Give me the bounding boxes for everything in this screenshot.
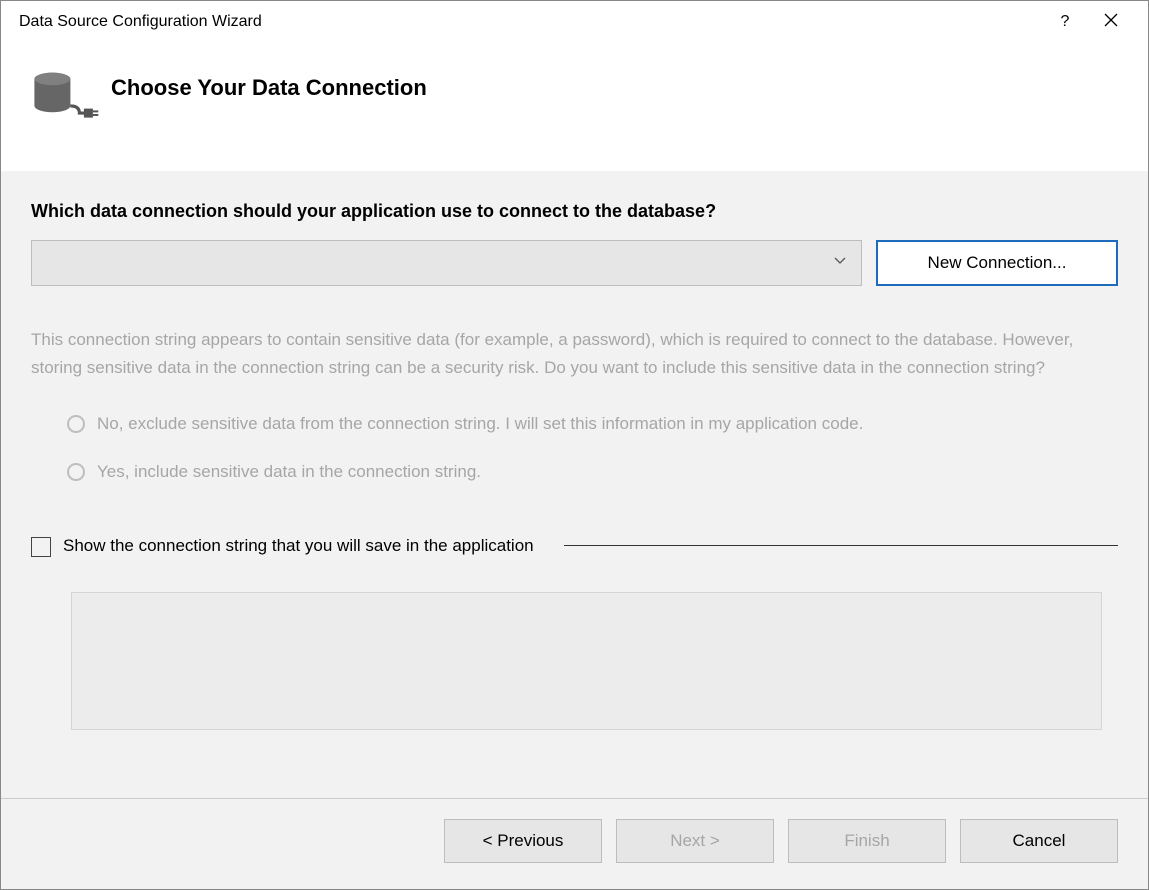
radio-icon [67,463,85,481]
radio-exclude-sensitive: No, exclude sensitive data from the conn… [67,412,1118,436]
radio-icon [67,415,85,433]
finish-button[interactable]: Finish [788,819,946,863]
connection-dropdown[interactable] [31,240,862,286]
connection-row: New Connection... [31,240,1118,286]
sensitive-data-explanation: This connection string appears to contai… [31,326,1118,382]
expander-label: Show the connection string that you will… [63,536,534,556]
page-title: Choose Your Data Connection [111,75,427,101]
divider [564,545,1118,546]
wizard-header: Choose Your Data Connection [1,43,1148,171]
question-label: Which data connection should your applic… [31,201,1118,222]
previous-button[interactable]: < Previous [444,819,602,863]
new-connection-button[interactable]: New Connection... [876,240,1118,286]
connection-string-textbox [71,592,1102,730]
radio-exclude-label: No, exclude sensitive data from the conn… [97,412,863,436]
close-button[interactable] [1088,7,1134,37]
radio-include-sensitive: Yes, include sensitive data in the conne… [67,460,1118,484]
cancel-button[interactable]: Cancel [960,819,1118,863]
close-icon [1104,13,1118,32]
help-button[interactable]: ? [1042,7,1088,37]
content-panel: Which data connection should your applic… [1,171,1148,798]
show-connection-string-expander[interactable]: Show the connection string that you will… [31,536,1118,556]
expander-checkbox-icon [31,537,51,557]
database-icon [29,69,111,127]
next-button[interactable]: Next > [616,819,774,863]
wizard-footer: < Previous Next > Finish Cancel [1,798,1148,889]
window-title: Data Source Configuration Wizard [19,13,262,31]
titlebar: Data Source Configuration Wizard ? [1,1,1148,43]
sensitive-data-radio-group: No, exclude sensitive data from the conn… [67,412,1118,508]
radio-include-label: Yes, include sensitive data in the conne… [97,460,481,484]
chevron-down-icon [833,254,847,272]
